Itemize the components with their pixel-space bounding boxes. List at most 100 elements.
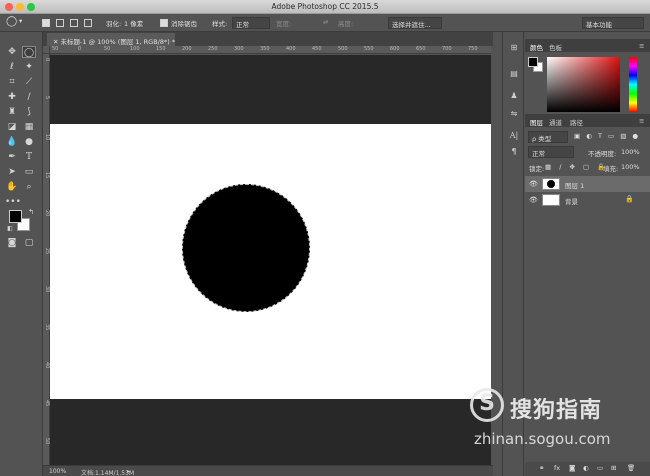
elliptical-marquee-tool-icon[interactable]: ◯ bbox=[22, 46, 36, 58]
rectangle-tool-icon[interactable]: ▭ bbox=[22, 166, 36, 178]
ruler-tick-label: 150 bbox=[156, 46, 166, 52]
document-tab[interactable]: ✕ 未标题-1 @ 100% (图层 1, RGB/8*) * bbox=[47, 33, 175, 46]
properties-panel-icon[interactable]: ▤ bbox=[508, 68, 520, 80]
clone-stamp-tool-icon[interactable]: ♜ bbox=[5, 106, 19, 118]
layer-row-layer-1[interactable]: 👁 图层 1 bbox=[525, 176, 650, 192]
foreground-color-swatch[interactable] bbox=[9, 210, 22, 223]
tab-swatches[interactable]: 色板 bbox=[549, 42, 562, 52]
layer-name[interactable]: 图层 1 bbox=[565, 180, 584, 190]
layer-filter-icons[interactable]: ▣ ◐ T ▭ ▧ ● bbox=[574, 132, 640, 140]
ruler-tick-label: 35 bbox=[44, 324, 50, 331]
style-select[interactable]: 正常 bbox=[232, 17, 270, 29]
tab-color[interactable]: 颜色 bbox=[530, 42, 543, 52]
intersect-selection-icon[interactable] bbox=[84, 19, 92, 27]
color-picker-field[interactable] bbox=[547, 57, 620, 112]
ruler-tick-label: 0 bbox=[44, 58, 50, 62]
lock-icons[interactable]: ▦ ∕ ✥ ▢ 🔒 bbox=[545, 163, 608, 171]
libraries-panel-icon[interactable]: ⇋ bbox=[508, 108, 520, 120]
ruler-tick-label: 550 bbox=[364, 46, 374, 52]
screen-mode-icon[interactable]: ▢ bbox=[22, 237, 36, 249]
adjustment-layer-icon[interactable]: ◐ bbox=[583, 464, 589, 472]
status-menu-icon[interactable]: ▸ bbox=[127, 468, 130, 475]
opacity-input[interactable]: 100% bbox=[621, 148, 640, 156]
move-tool-icon[interactable]: ✥ bbox=[5, 46, 19, 58]
pasteboard[interactable] bbox=[50, 55, 491, 465]
adjustments-panel-icon[interactable]: ♟ bbox=[508, 90, 520, 102]
fill-input[interactable]: 100% bbox=[621, 163, 640, 171]
lock-icon[interactable]: 🔒 bbox=[625, 195, 634, 203]
path-selection-tool-icon[interactable]: ➤ bbox=[5, 166, 19, 178]
gradient-tool-icon[interactable]: ▦ bbox=[22, 121, 36, 133]
swap-dimensions-icon[interactable]: ⇄ bbox=[323, 18, 328, 26]
ruler-tick-label: 25 bbox=[44, 248, 50, 255]
type-tool-icon[interactable]: T bbox=[22, 151, 36, 163]
color-foreground-swatch[interactable] bbox=[528, 57, 538, 67]
add-to-selection-icon[interactable] bbox=[56, 19, 64, 27]
eye-icon[interactable]: 👁 bbox=[529, 180, 538, 188]
ruler-tick-label: 50 bbox=[44, 438, 50, 445]
ruler-tick-label: 250 bbox=[208, 46, 218, 52]
hue-slider[interactable] bbox=[629, 57, 637, 112]
link-layers-icon[interactable]: ⚭ bbox=[539, 464, 544, 472]
panel-menu-icon[interactable]: ≡ bbox=[639, 42, 644, 50]
hand-tool-icon[interactable]: ✋ bbox=[5, 181, 19, 193]
crop-tool-icon[interactable]: ⌗ bbox=[5, 76, 19, 88]
add-mask-icon[interactable]: ◙ bbox=[569, 464, 575, 472]
brush-tool-icon[interactable]: ∕ bbox=[22, 91, 36, 103]
workspace-switcher[interactable]: 基本功能 bbox=[582, 17, 644, 29]
ruler-tick-label: 300 bbox=[234, 46, 244, 52]
character-panel-icon[interactable]: A| bbox=[508, 130, 520, 142]
new-selection-icon[interactable] bbox=[42, 19, 50, 27]
subtract-from-selection-icon[interactable] bbox=[70, 19, 78, 27]
antialias-checkbox[interactable] bbox=[160, 19, 168, 27]
zoom-tool-icon[interactable]: ⌕ bbox=[22, 181, 36, 193]
zoom-level[interactable]: 100% bbox=[49, 468, 66, 475]
ruler-tick-label: 20 bbox=[44, 210, 50, 217]
magic-wand-tool-icon[interactable]: ✦ bbox=[22, 61, 36, 73]
edit-toolbar-icon[interactable]: ••• bbox=[5, 196, 21, 208]
elliptical-marquee-preset-icon[interactable]: ◯ bbox=[6, 16, 17, 27]
tab-paths[interactable]: 路径 bbox=[570, 117, 583, 127]
new-group-icon[interactable]: ▭ bbox=[597, 464, 603, 472]
feather-input[interactable]: 1 像素 bbox=[124, 18, 143, 28]
circle-selection[interactable] bbox=[182, 184, 310, 312]
blur-tool-icon[interactable]: 💧 bbox=[5, 136, 19, 148]
trash-icon[interactable]: 🗑 bbox=[627, 464, 635, 472]
swap-colors-icon[interactable]: ↰ bbox=[24, 206, 38, 218]
pen-tool-icon[interactable]: ✒ bbox=[5, 151, 19, 163]
default-colors-icon[interactable]: ◧ bbox=[3, 223, 17, 235]
document-tab-bar: ✕ 未标题-1 @ 100% (图层 1, RGB/8*) * bbox=[43, 32, 493, 46]
layer-filter-kind[interactable]: ρ 类型 bbox=[528, 131, 568, 143]
close-icon[interactable]: ✕ bbox=[53, 38, 61, 46]
chevron-down-icon[interactable]: ▾ bbox=[19, 17, 22, 25]
new-layer-icon[interactable]: ⊞ bbox=[611, 464, 616, 472]
eraser-tool-icon[interactable]: ◪ bbox=[5, 121, 19, 133]
document-tab-title: 未标题-1 @ 100% (图层 1, RGB/8*) * bbox=[60, 38, 176, 46]
lasso-tool-icon[interactable]: ℓ bbox=[5, 61, 19, 73]
vertical-ruler: 0 5 10 15 20 25 30 35 40 45 50 bbox=[43, 54, 50, 465]
ruler-origin[interactable] bbox=[43, 46, 50, 54]
dodge-tool-icon[interactable]: ● bbox=[22, 136, 36, 148]
panel-menu-icon[interactable]: ≡ bbox=[639, 117, 644, 125]
paragraph-panel-icon[interactable]: ¶ bbox=[508, 146, 520, 158]
tab-layers[interactable]: 图层 bbox=[530, 117, 543, 127]
history-panel-icon[interactable]: ⊞ bbox=[508, 42, 520, 54]
healing-brush-tool-icon[interactable]: ✚ bbox=[5, 91, 19, 103]
blend-mode-select[interactable]: 正常 bbox=[528, 146, 574, 158]
select-and-mask-button[interactable]: 选择并遮住... bbox=[388, 17, 442, 29]
ruler-tick-label: 700 bbox=[442, 46, 452, 52]
ruler-tick-label: 600 bbox=[390, 46, 400, 52]
fx-button[interactable]: fx bbox=[554, 464, 560, 472]
height-label: 高度: bbox=[338, 20, 354, 28]
layer-name[interactable]: 背景 bbox=[565, 196, 578, 206]
eyedropper-tool-icon[interactable]: ⟋ bbox=[22, 76, 36, 88]
ruler-tick-label: 350 bbox=[260, 46, 270, 52]
window-title: Adobe Photoshop CC 2015.5 bbox=[271, 2, 379, 11]
color-panel-tabs: 颜色 色板 ≡ bbox=[525, 39, 650, 52]
document-canvas[interactable] bbox=[50, 124, 491, 399]
quick-mask-icon[interactable]: ◙ bbox=[5, 237, 19, 249]
eye-icon[interactable]: 👁 bbox=[529, 196, 538, 204]
history-brush-tool-icon[interactable]: ⟆ bbox=[22, 106, 36, 118]
layer-row-background[interactable]: 👁 背景 🔒 bbox=[525, 192, 650, 208]
tab-channels[interactable]: 通道 bbox=[549, 117, 562, 127]
